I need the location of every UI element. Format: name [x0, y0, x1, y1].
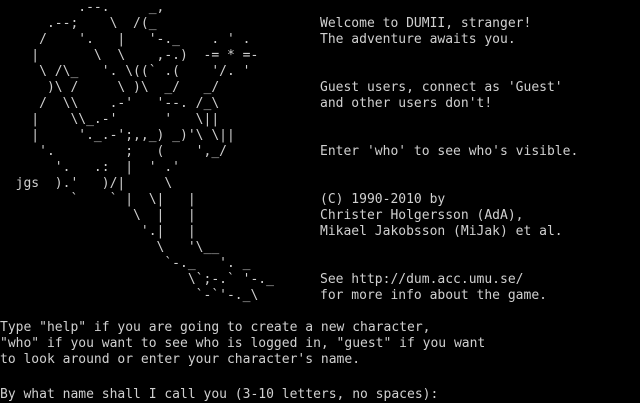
- copyright-line: (C) 1990-2010 by: [320, 192, 446, 207]
- ascii-art-adventurer: .--. _, .--; \ /(_ / '. | '-._ . ' . | \…: [15, 0, 274, 303]
- guest-instructions-cont: and other users don't!: [320, 96, 493, 111]
- login-instructions: Type "help" if you are going to create a…: [0, 320, 640, 368]
- info-url-line: See http://dum.acc.umu.se/: [320, 272, 524, 287]
- author-holgersson: Christer Holgersson (AdA),: [320, 208, 524, 223]
- guest-instructions: Guest users, connect as 'Guest': [320, 80, 563, 95]
- info-description: for more info about the game.: [320, 288, 547, 303]
- instructions-line-3: to look around or enter your character's…: [0, 352, 361, 367]
- input-cursor[interactable]: [438, 384, 446, 398]
- name-prompt[interactable]: By what name shall I call you (3-10 lett…: [0, 384, 640, 402]
- welcome-tagline: The adventure awaits you.: [320, 32, 516, 47]
- instructions-line-2: "who" if you want to see who is logged i…: [0, 336, 486, 351]
- author-jakobsson: Mikael Jakobsson (MiJak) et al.: [320, 224, 563, 239]
- who-instructions: Enter 'who' to see who's visible.: [320, 144, 579, 159]
- welcome-greeting: Welcome to DUMII, stranger!: [320, 16, 532, 31]
- instructions-line-1: Type "help" if you are going to create a…: [0, 320, 431, 335]
- terminal-screen[interactable]: .--. _, .--; \ /(_ / '. | '-._ . ' . | \…: [0, 0, 640, 402]
